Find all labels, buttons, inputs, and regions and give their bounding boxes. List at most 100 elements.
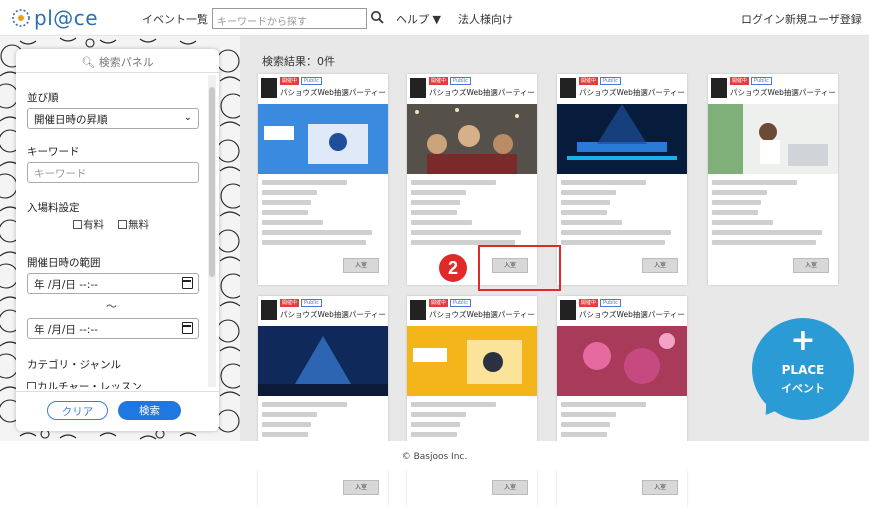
event-card[interactable]: 開催中 Public パショウズWeb抽選パーティー 入室 (557, 74, 687, 285)
detail-line (411, 210, 458, 215)
event-tags: 開催中 Public (280, 77, 322, 85)
search-panel: 🔍︎ 検索パネル 並び順 開催日時の昇順 ⌄ キーワード キーワード 入場料設定… (16, 49, 219, 431)
detail-line (712, 230, 822, 235)
site-logo[interactable]: pl@ce (10, 6, 98, 30)
event-card[interactable]: 開催中 Public パショウズWeb抽選パーティー 入室 (708, 74, 838, 285)
detail-line (561, 402, 647, 407)
detail-line (561, 200, 610, 205)
detail-line (712, 190, 767, 195)
logo-dots-icon (12, 9, 30, 27)
event-card[interactable]: 開催中 Public パショウズWeb抽選パーティー入室 (258, 296, 388, 507)
event-image[interactable] (557, 104, 687, 174)
event-title[interactable]: パショウズWeb抽選パーティー (280, 309, 386, 320)
nav-corporate[interactable]: 法人様向け (458, 11, 513, 27)
clear-button[interactable]: クリア (47, 401, 108, 420)
date-to-input[interactable]: 年 /月/日 --:-- (27, 318, 199, 339)
event-image[interactable] (258, 326, 388, 396)
organizer-logo (560, 300, 576, 320)
detail-line (262, 240, 366, 245)
event-image[interactable] (407, 104, 537, 174)
fee-label: 入場料設定 (27, 202, 80, 214)
join-button[interactable]: 入室 (793, 258, 829, 273)
results-count: 検索結果：0件 (262, 55, 335, 68)
plus-icon: + (790, 323, 816, 358)
detail-line (262, 230, 372, 235)
visibility-badge: Public (600, 77, 621, 85)
event-title[interactable]: パショウズWeb抽選パーティー (429, 87, 535, 98)
panel-scrollbar[interactable] (208, 75, 216, 387)
detail-line (561, 190, 616, 195)
join-button[interactable]: 入室 (642, 258, 678, 273)
event-title[interactable]: パショウズWeb抽選パーティー (579, 309, 685, 320)
detail-line (411, 190, 466, 195)
event-card[interactable]: 開催中 Public パショウズWeb抽選パーティー入室 (258, 74, 388, 285)
event-card-header: 開催中 Public パショウズWeb抽選パーティー (557, 296, 687, 326)
detail-line (411, 200, 460, 205)
search-panel-title: 検索パネル (98, 56, 154, 69)
organizer-logo (410, 78, 426, 98)
header-search-input[interactable]: キーワードから探す (212, 8, 367, 29)
detail-line (262, 180, 348, 185)
nav-login[interactable]: ログイン (741, 11, 785, 27)
search-icon[interactable] (370, 10, 384, 26)
detail-line (411, 412, 466, 417)
category-option[interactable]: カルチャー・レッスン (27, 379, 142, 389)
date-from-input[interactable]: 年 /月/日 --:-- (27, 273, 199, 294)
event-tags: 開催中 Public (429, 77, 471, 85)
search-panel-body: 並び順 開催日時の昇順 ⌄ キーワード キーワード 入場料設定 有料 無料 開催… (16, 73, 206, 389)
footer: © Basjoos Inc. (0, 441, 869, 471)
create-event-fab[interactable]: + PLACE イベント (752, 318, 854, 420)
event-card[interactable]: 開催中 Public パショウズWeb抽選パーティー 入室 (407, 296, 537, 507)
detail-line (561, 220, 622, 225)
calendar-icon[interactable] (182, 322, 193, 334)
nav-register[interactable]: 新規ユーザ登録 (785, 11, 862, 27)
top-navigation-bar: pl@ce イベント一覧 キーワードから探す ヘルプ ▼ 法人様向け ログイン … (0, 0, 869, 36)
event-card-header: 開催中 Public パショウズWeb抽選パーティー (258, 296, 388, 326)
detail-line (411, 180, 497, 185)
search-icon: 🔍︎ (81, 56, 96, 69)
sort-select[interactable]: 開催日時の昇順 ⌄ (27, 108, 199, 129)
event-image[interactable] (407, 326, 537, 396)
visibility-badge: Public (450, 299, 471, 307)
join-button[interactable]: 入室 (492, 480, 528, 495)
event-card[interactable]: 開催中 Public パショウズWeb抽選パーティー入室 (557, 296, 687, 507)
nav-event-list[interactable]: イベント一覧 (142, 11, 208, 27)
detail-line (411, 220, 472, 225)
event-title[interactable]: パショウズWeb抽選パーティー (579, 87, 685, 98)
event-image[interactable] (557, 326, 687, 396)
sort-label: 並び順 (27, 92, 59, 104)
keyword-input[interactable]: キーワード (27, 162, 199, 183)
event-card-header: 開催中 Public パショウズWeb抽選パーティー (557, 74, 687, 104)
fee-free-checkbox[interactable]: 無料 (118, 217, 149, 232)
event-title[interactable]: パショウズWeb抽選パーティー (280, 87, 386, 98)
organizer-logo (261, 78, 277, 98)
detail-line (561, 422, 610, 427)
join-button[interactable]: 入室 (343, 258, 379, 273)
detail-line (411, 432, 458, 437)
calendar-icon[interactable] (182, 277, 193, 289)
detail-line (712, 210, 759, 215)
category-label: カテゴリ・ジャンル (27, 359, 121, 371)
detail-line (262, 422, 311, 427)
event-image[interactable] (708, 104, 838, 174)
event-image[interactable] (258, 104, 388, 174)
event-title[interactable]: パショウズWeb抽選パーティー (429, 309, 535, 320)
detail-line (411, 422, 460, 427)
detail-line (262, 200, 311, 205)
search-button[interactable]: 検索 (118, 401, 181, 420)
join-button[interactable]: 入室 (343, 480, 379, 495)
checkbox-icon (118, 220, 127, 229)
join-button[interactable]: 入室 (642, 480, 678, 495)
detail-line (262, 210, 309, 215)
keyword-label: キーワード (27, 146, 80, 158)
organizer-logo (261, 300, 277, 320)
scrollbar-thumb[interactable] (209, 87, 215, 277)
event-title[interactable]: パショウズWeb抽選パーティー (730, 87, 836, 98)
status-badge: 開催中 (730, 77, 750, 85)
detail-line (712, 180, 798, 185)
detail-line (561, 210, 608, 215)
nav-help-dropdown[interactable]: ヘルプ ▼ (396, 11, 441, 27)
detail-line (561, 180, 647, 185)
detail-line (262, 412, 317, 417)
fee-paid-checkbox[interactable]: 有料 (73, 217, 104, 232)
